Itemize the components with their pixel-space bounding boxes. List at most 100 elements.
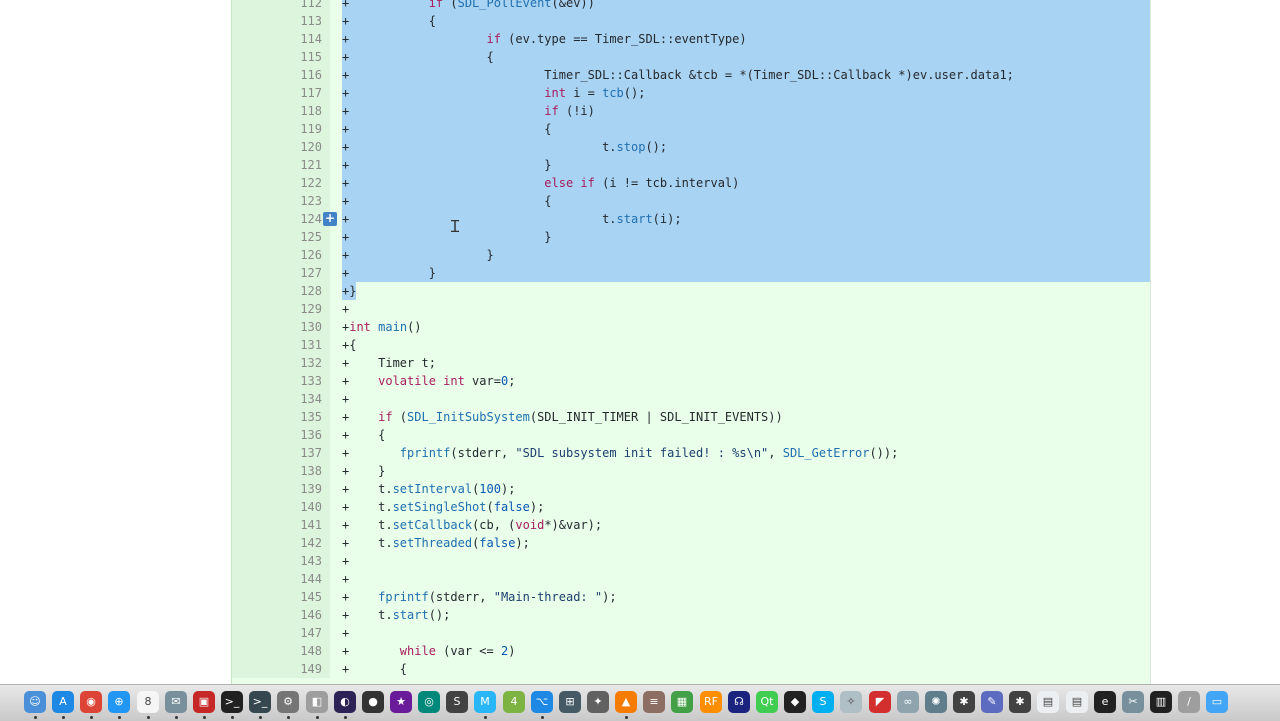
code-line[interactable]: +	[342, 570, 1150, 588]
dock-brush-icon[interactable]: /	[1178, 691, 1200, 713]
old-line-number[interactable]	[232, 264, 281, 282]
diff-line[interactable]: 139 + t.setInterval(100);	[232, 480, 1150, 498]
new-line-number[interactable]: 147	[281, 624, 330, 642]
new-line-number[interactable]: 130	[281, 318, 330, 336]
diff-line[interactable]: 131 +{	[232, 336, 1150, 354]
old-line-number[interactable]	[232, 336, 281, 354]
code-line[interactable]: +	[342, 552, 1150, 570]
code-line[interactable]: + t.start();	[342, 606, 1150, 624]
diff-line[interactable]: 138 + }	[232, 462, 1150, 480]
dock-safari-icon[interactable]: ⊕	[108, 691, 130, 713]
old-line-number[interactable]	[232, 660, 281, 678]
old-line-number[interactable]	[232, 480, 281, 498]
new-line-number[interactable]: 125	[281, 228, 330, 246]
old-line-number[interactable]	[232, 300, 281, 318]
diff-line[interactable]: 140 + t.setSingleShot(false);	[232, 498, 1150, 516]
code-line[interactable]: +	[342, 624, 1150, 642]
new-line-number[interactable]: 149	[281, 660, 330, 678]
code-line[interactable]: + Timer_SDL::Callback &tcb = *(Timer_SDL…	[342, 66, 1150, 84]
dock-document-icon[interactable]: ▤	[1037, 691, 1059, 713]
code-line[interactable]: + fprintf(stderr, "Main-thread: ");	[342, 588, 1150, 606]
diff-line[interactable]: 113 + {	[232, 12, 1150, 30]
code-line[interactable]: + t.setThreaded(false);	[342, 534, 1150, 552]
new-line-number[interactable]: 115	[281, 48, 330, 66]
dock-unity-icon[interactable]: ◆	[784, 691, 806, 713]
diff-line[interactable]: 136 + {	[232, 426, 1150, 444]
diff-line[interactable]: 116 + Timer_SDL::Callback &tcb = *(Timer_…	[232, 66, 1150, 84]
new-line-number[interactable]: 138	[281, 462, 330, 480]
dock-satellite-icon[interactable]: ✺	[925, 691, 947, 713]
new-line-number[interactable]: 119	[281, 120, 330, 138]
diff-line[interactable]: 128 +}	[232, 282, 1150, 300]
old-line-number[interactable]	[232, 570, 281, 588]
new-line-number[interactable]: 128	[281, 282, 330, 300]
dock-pen-tool-icon[interactable]: ✎	[981, 691, 1003, 713]
diff-line[interactable]: 132 + Timer t;	[232, 354, 1150, 372]
dock-spider-icon[interactable]: ✱	[953, 691, 975, 713]
diff-line[interactable]: 142 + t.setThreaded(false);	[232, 534, 1150, 552]
dock-finder-icon[interactable]: ☺	[24, 691, 46, 713]
new-line-number[interactable]: 135	[281, 408, 330, 426]
code-line[interactable]: + volatile int var=0;	[342, 372, 1150, 390]
old-line-number[interactable]	[232, 534, 281, 552]
old-line-number[interactable]	[232, 66, 281, 84]
dock-calendar-icon[interactable]: 8	[137, 691, 159, 713]
dock-chrome-icon[interactable]: ◉	[80, 691, 102, 713]
code-line[interactable]: + if (SDL_PollEvent(&ev))	[342, 0, 1150, 12]
code-line[interactable]: + if (ev.type == Timer_SDL::eventType)	[342, 30, 1150, 48]
old-line-number[interactable]	[232, 192, 281, 210]
new-line-number[interactable]: 120	[281, 138, 330, 156]
code-line[interactable]: +	[342, 390, 1150, 408]
dock-notes-icon[interactable]: ≡	[643, 691, 665, 713]
old-line-number[interactable]	[232, 408, 281, 426]
dock-vlc-icon[interactable]: ▲	[615, 691, 637, 713]
old-line-number[interactable]	[232, 624, 281, 642]
new-line-number[interactable]: 131	[281, 336, 330, 354]
new-line-number[interactable]: 146	[281, 606, 330, 624]
dock-terminal-icon[interactable]: >_	[221, 691, 243, 713]
old-line-number[interactable]	[232, 426, 281, 444]
dock-system-preferences-icon[interactable]: ⚙	[277, 691, 299, 713]
new-line-number[interactable]: 144	[281, 570, 330, 588]
old-line-number[interactable]	[232, 210, 281, 228]
code-line[interactable]: + else if (i != tcb.interval)	[342, 174, 1150, 192]
add-comment-button[interactable]: +	[323, 212, 337, 226]
diff-line[interactable]: 133 + volatile int var=0;	[232, 372, 1150, 390]
dock-sublime-icon[interactable]: S	[446, 691, 468, 713]
code-line[interactable]: +int main()	[342, 318, 1150, 336]
code-line[interactable]: + {	[342, 48, 1150, 66]
code-line[interactable]: + while (var <= 2)	[342, 642, 1150, 660]
new-line-number[interactable]: 116	[281, 66, 330, 84]
new-line-number[interactable]: 122	[281, 174, 330, 192]
diff-line[interactable]: 125 + }	[232, 228, 1150, 246]
dock-document-2-icon[interactable]: ▤	[1066, 691, 1088, 713]
old-line-number[interactable]	[232, 354, 281, 372]
diff-line[interactable]: 148 + while (var <= 2)	[232, 642, 1150, 660]
old-line-number[interactable]	[232, 642, 281, 660]
old-line-number[interactable]	[232, 498, 281, 516]
dock-rf-app-icon[interactable]: RF	[700, 691, 722, 713]
code-line[interactable]: + {	[342, 120, 1150, 138]
old-line-number[interactable]	[232, 102, 281, 120]
new-line-number[interactable]: 121	[281, 156, 330, 174]
diff-line[interactable]: 141 + t.setCallback(cb, (void*)&var);	[232, 516, 1150, 534]
diff-line[interactable]: 135 + if (SDL_InitSubSystem(SDL_INIT_TIME…	[232, 408, 1150, 426]
code-line[interactable]: + if (!i)	[342, 102, 1150, 120]
code-line[interactable]: +}	[342, 282, 1150, 300]
new-line-number[interactable]: 114	[281, 30, 330, 48]
dock-cli-tool-icon[interactable]: ◎	[418, 691, 440, 713]
diff-line[interactable]: 137 + fprintf(stderr, "SDL subsystem init…	[232, 444, 1150, 462]
new-line-number[interactable]: 139	[281, 480, 330, 498]
new-line-number[interactable]: 127	[281, 264, 330, 282]
code-line[interactable]: + int i = tcb();	[342, 84, 1150, 102]
new-line-number[interactable]: 148	[281, 642, 330, 660]
dock-spider-2-icon[interactable]: ✱	[1009, 691, 1031, 713]
new-line-number[interactable]: 143	[281, 552, 330, 570]
code-line[interactable]: + t.setSingleShot(false);	[342, 498, 1150, 516]
dock-red-app-icon[interactable]: ◤	[869, 691, 891, 713]
dock-folder-icon[interactable]: ▭	[1206, 691, 1228, 713]
old-line-number[interactable]	[232, 246, 281, 264]
code-line[interactable]: + }	[342, 264, 1150, 282]
code-line[interactable]: + t.start(i);	[342, 210, 1150, 228]
code-line[interactable]: + {	[342, 192, 1150, 210]
